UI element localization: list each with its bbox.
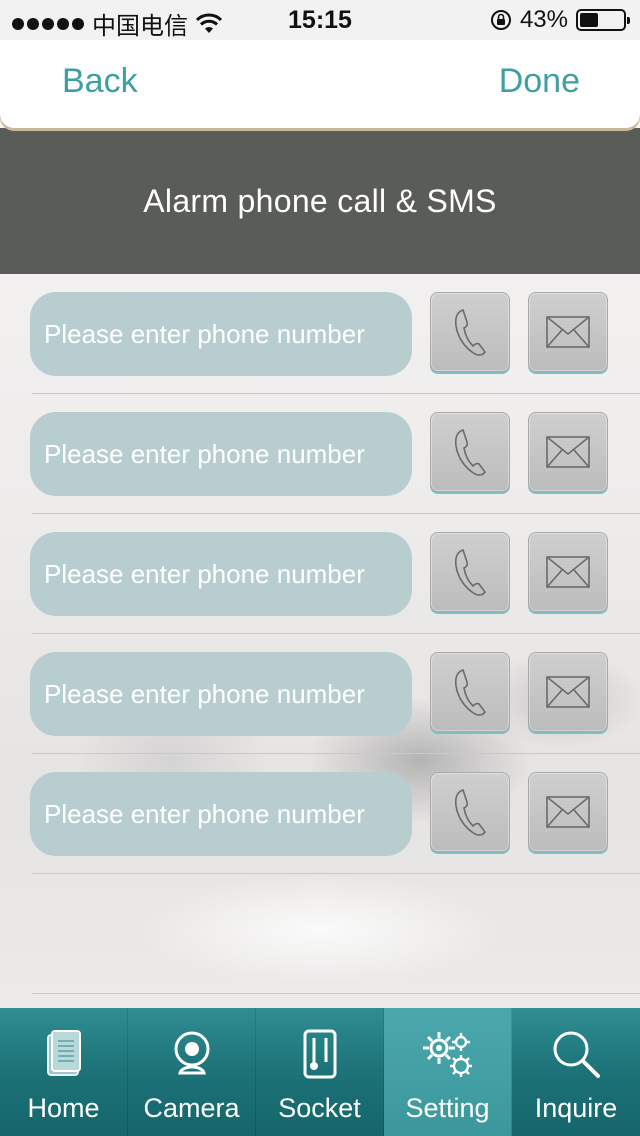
- phone-handset-icon: [454, 428, 486, 476]
- tab-inquire[interactable]: Inquire: [512, 1008, 640, 1136]
- envelope-icon: [546, 316, 590, 348]
- battery-percent: 43%: [519, 6, 568, 33]
- home-icon: [34, 1024, 94, 1084]
- list-item: [0, 514, 640, 634]
- call-toggle-button[interactable]: [430, 532, 510, 612]
- tab-label: Setting: [405, 1093, 490, 1123]
- sms-toggle-button[interactable]: [528, 772, 608, 852]
- status-bar: 中国电信 15:15 43%: [0, 0, 640, 40]
- phone-number-input[interactable]: [30, 412, 412, 496]
- call-toggle-button[interactable]: [430, 292, 510, 372]
- tab-label: Home: [27, 1093, 100, 1123]
- call-toggle-button[interactable]: [430, 772, 510, 852]
- list-item: [0, 394, 640, 514]
- page-title: Alarm phone call & SMS: [143, 182, 497, 219]
- phone-handset-icon: [454, 548, 486, 596]
- tab-socket[interactable]: Socket: [256, 1008, 384, 1136]
- phone-number-input[interactable]: [30, 532, 412, 616]
- status-right: 43%: [490, 6, 630, 34]
- list-item: [0, 274, 640, 394]
- row-divider: [32, 873, 640, 874]
- list-item: [0, 634, 640, 754]
- phone-number-input[interactable]: [30, 772, 412, 856]
- camera-icon: [162, 1024, 222, 1084]
- phone-number-input[interactable]: [30, 292, 412, 376]
- tab-label: Inquire: [534, 1093, 618, 1123]
- row-divider: [32, 993, 640, 994]
- envelope-icon: [546, 436, 590, 468]
- socket-icon: [290, 1024, 350, 1084]
- battery-icon: [576, 9, 630, 31]
- rotation-lock-icon: [490, 10, 511, 30]
- tab-camera[interactable]: Camera: [128, 1008, 256, 1136]
- phone-handset-icon: [454, 788, 486, 836]
- tab-home[interactable]: Home: [0, 1008, 128, 1136]
- phone-number-input[interactable]: [30, 652, 412, 736]
- back-button[interactable]: Back: [62, 62, 138, 101]
- sms-toggle-button[interactable]: [528, 412, 608, 492]
- phone-handset-icon: [454, 308, 486, 356]
- gears-icon: [418, 1024, 478, 1084]
- list-item: [0, 754, 640, 874]
- navigation-bar: Back Done: [0, 40, 640, 128]
- magnifier-icon: [546, 1024, 606, 1084]
- sms-toggle-button[interactable]: [528, 532, 608, 612]
- tab-setting[interactable]: Setting: [384, 1008, 512, 1136]
- battery-fill: [580, 13, 598, 27]
- phone-handset-icon: [454, 668, 486, 716]
- call-toggle-button[interactable]: [430, 412, 510, 492]
- tab-label: Socket: [278, 1093, 361, 1123]
- envelope-icon: [546, 556, 590, 588]
- tab-bar: Home Camera Socket Setting Inquire: [0, 1008, 640, 1136]
- sms-toggle-button[interactable]: [528, 652, 608, 732]
- call-toggle-button[interactable]: [430, 652, 510, 732]
- sms-toggle-button[interactable]: [528, 292, 608, 372]
- envelope-icon: [546, 676, 590, 708]
- page-header: Alarm phone call & SMS: [0, 128, 640, 274]
- done-button[interactable]: Done: [499, 62, 580, 101]
- envelope-icon: [546, 796, 590, 828]
- tab-label: Camera: [143, 1093, 240, 1123]
